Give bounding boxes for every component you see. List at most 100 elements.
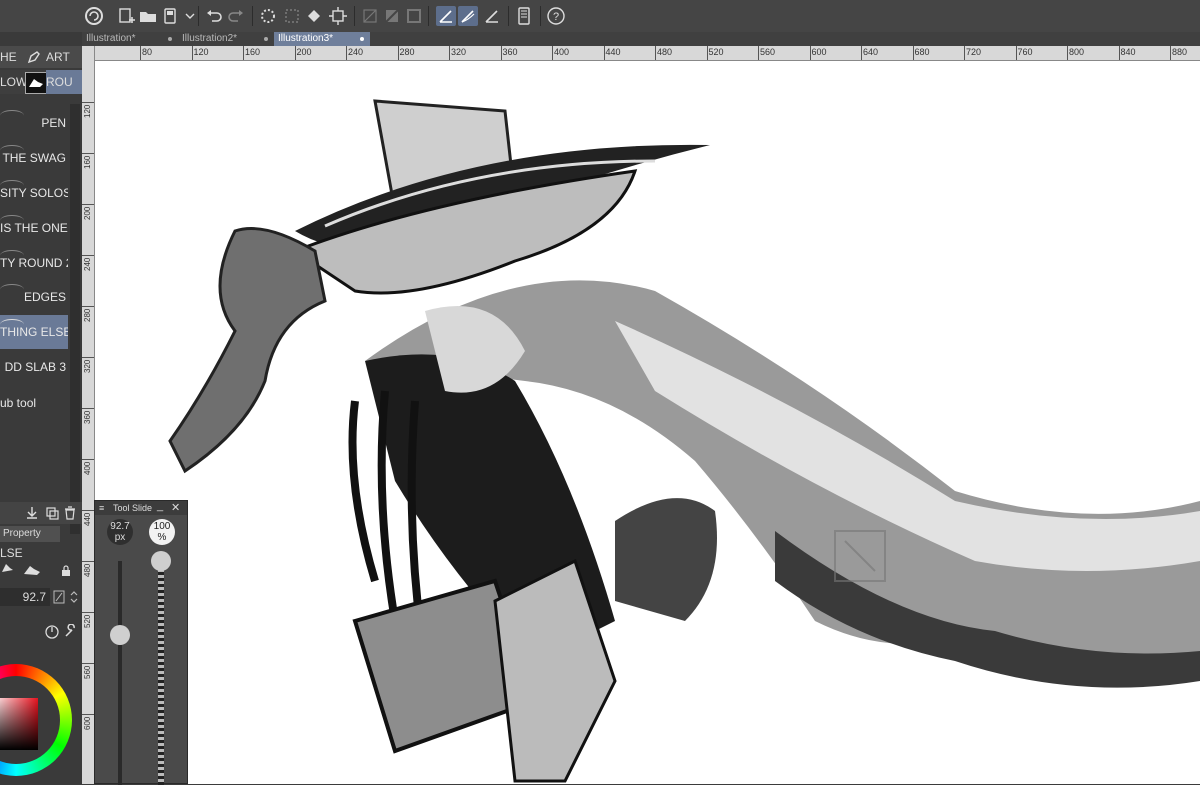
brush-thumbnail-icon <box>25 72 47 94</box>
trash-icon[interactable] <box>62 505 78 521</box>
ruler-tick <box>82 306 94 307</box>
ruler-label: 320 <box>83 359 92 373</box>
snap-ruler-icon[interactable] <box>436 6 456 26</box>
ruler-label: 560 <box>83 665 92 679</box>
tablet-device-icon[interactable] <box>514 6 534 26</box>
ruler-tick <box>191 46 193 60</box>
tool-tab-strip: HE ART <box>0 46 82 68</box>
group-tab-right[interactable]: ROU <box>46 70 82 94</box>
ruler-label: 280 <box>83 308 92 322</box>
panel-bottom-bar <box>0 502 82 524</box>
select-area-icon[interactable] <box>282 6 302 26</box>
ruler-tick <box>1170 46 1171 60</box>
brush-label: EDGES <box>23 290 66 304</box>
chevron-down-icon[interactable] <box>180 6 195 26</box>
ruler-label: 240 <box>348 47 364 57</box>
ruler-tick <box>500 46 502 60</box>
size-field[interactable]: 92.7 <box>0 588 50 606</box>
close-icon[interactable]: ✕ <box>171 501 180 515</box>
ruler-tick <box>82 510 94 511</box>
svg-text:?: ? <box>553 11 559 23</box>
size-slider-handle[interactable] <box>110 625 130 645</box>
tab-illustration3[interactable]: Illustration3* <box>274 32 370 46</box>
fill-bucket-icon[interactable] <box>304 6 324 26</box>
wrench-icon[interactable] <box>62 623 78 640</box>
ruler-tick <box>82 663 94 664</box>
download-icon[interactable] <box>24 505 40 521</box>
tool-tab-right[interactable]: ART <box>46 46 82 68</box>
opacity-slider-handle[interactable] <box>151 551 171 571</box>
command-bar: ? <box>0 0 1200 33</box>
horizontal-ruler: 80 120 160 200 240 280 320 360 400 440 480 520 560 60… <box>94 46 1200 61</box>
selection-border-icon[interactable] <box>404 6 424 26</box>
ruler-label: 200 <box>296 47 312 57</box>
ruler-label: 680 <box>914 47 930 57</box>
brush-item[interactable]: THE SWAG <box>0 141 68 175</box>
ruler-label: 80 <box>142 47 153 57</box>
group-tab-left[interactable]: LOW <box>0 70 27 94</box>
minimize-icon[interactable]: _ <box>157 499 163 513</box>
character-illustration <box>168 99 1200 783</box>
ruler-tick <box>964 46 965 60</box>
brush-item[interactable]: IS THE ONE <box>0 211 68 245</box>
drawing-canvas[interactable] <box>95 61 1200 784</box>
stepper-icon[interactable] <box>68 588 80 606</box>
brush-label: ub tool <box>0 396 37 410</box>
brush-item[interactable]: DD SLAB 3 <box>0 350 68 384</box>
brush-item[interactable]: EDGES <box>0 280 68 314</box>
loading-spinner-icon[interactable] <box>258 6 278 26</box>
help-icon[interactable]: ? <box>546 6 566 26</box>
brush-list: PEN THE SWAG SITY SOLOS IS THE ONE TY RO… <box>0 104 68 434</box>
ruler-tick <box>82 153 94 154</box>
opacity-slider-track[interactable] <box>158 561 164 785</box>
brush-label: PEN <box>41 116 66 130</box>
opacity-readout-unit: % <box>157 532 167 543</box>
ruler-label: 760 <box>1017 47 1033 57</box>
ruler-tick <box>603 46 605 60</box>
invert-selection-icon[interactable] <box>382 6 402 26</box>
ruler-tick <box>861 46 862 60</box>
new-file-icon[interactable] <box>116 6 136 26</box>
ruler-label: 600 <box>83 716 92 730</box>
redo-icon[interactable] <box>226 6 246 26</box>
ruler-tick <box>809 46 811 60</box>
open-folder-icon[interactable] <box>138 6 158 26</box>
undo-icon[interactable] <box>204 6 224 26</box>
tool-tab-left[interactable]: HE <box>0 46 20 68</box>
tab-illustration2[interactable]: Illustration2* <box>178 32 274 46</box>
brush-item[interactable]: TY ROUND 2 <box>0 246 68 280</box>
ruler-tick <box>243 46 244 60</box>
ruler-label: 640 <box>863 47 879 57</box>
tool-slider-titlebar[interactable]: ≡ Tool Slide _ ✕ <box>95 499 187 515</box>
snap-grid-icon[interactable] <box>482 6 502 26</box>
panel-scrollbar[interactable] <box>70 104 80 534</box>
deselect-icon[interactable] <box>360 6 380 26</box>
tool-slider-window: ≡ Tool Slide _ ✕ 92.7 px 100 % <box>94 499 188 785</box>
ruler-tick <box>552 46 553 60</box>
size-slider-track[interactable] <box>118 561 122 785</box>
lock-icon[interactable] <box>60 564 72 576</box>
snap-special-ruler-icon[interactable] <box>458 6 478 26</box>
transform-icon[interactable] <box>328 6 348 26</box>
brush-item-selected[interactable]: THING ELSE <box>0 315 68 349</box>
brush-item[interactable]: PEN <box>0 106 68 140</box>
brush-item[interactable]: ub tool <box>0 386 68 420</box>
ruler-tick <box>758 46 759 60</box>
ruler-label: 280 <box>399 47 415 57</box>
ruler-tick <box>397 46 399 60</box>
ruler-tick <box>82 459 94 460</box>
group-tab-strip: LOW ROU <box>0 70 82 94</box>
save-icon[interactable] <box>160 6 180 26</box>
duplicate-icon[interactable] <box>44 505 60 521</box>
dial-icon[interactable] <box>44 624 60 640</box>
ruler-label: 440 <box>83 512 92 526</box>
property-tab[interactable]: Property <box>0 526 60 542</box>
ruler-label: 480 <box>657 47 673 57</box>
ruler-label: 160 <box>245 47 261 57</box>
brush-item[interactable]: SITY SOLOS <box>0 176 68 210</box>
tab-illustration[interactable]: Illustration* <box>82 32 178 46</box>
size-readout-value: 92.7 <box>110 521 130 532</box>
color-square[interactable] <box>0 698 38 750</box>
size-lock-icon[interactable] <box>52 589 66 605</box>
ruler-label: 480 <box>83 563 92 577</box>
